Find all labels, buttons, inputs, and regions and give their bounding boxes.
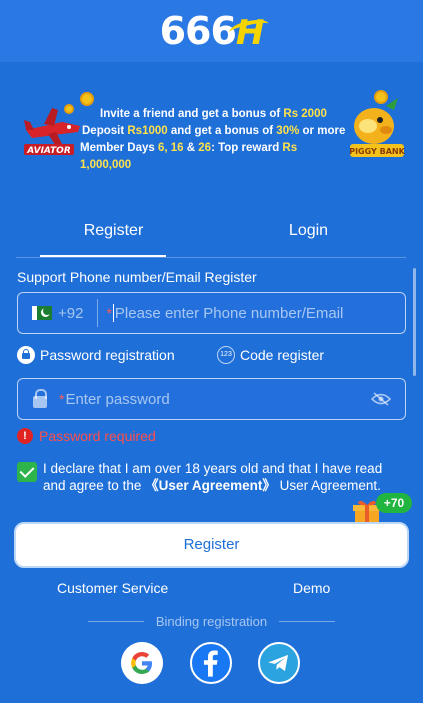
agreement: I declare that I am over 18 years old an… bbox=[17, 460, 397, 494]
coin-icon bbox=[80, 92, 94, 106]
agreement-text: I declare that I am over 18 years old an… bbox=[43, 461, 383, 493]
facebook-icon[interactable] bbox=[190, 642, 232, 684]
auth-tabs: Register Login bbox=[16, 218, 406, 258]
required-asterisk: * bbox=[59, 391, 65, 407]
coin-icon bbox=[64, 104, 74, 114]
eye-hidden-icon[interactable] bbox=[371, 392, 391, 406]
option-password-label: Password registration bbox=[40, 347, 175, 363]
text-caret bbox=[112, 304, 114, 322]
divider-left bbox=[87, 621, 144, 622]
error-icon: ! bbox=[17, 428, 33, 444]
binding-label: Binding registration bbox=[155, 614, 268, 629]
field-separator bbox=[97, 299, 99, 327]
tabs-divider bbox=[16, 257, 406, 258]
option-password-registration[interactable]: Password registration bbox=[17, 346, 175, 364]
phone-email-field[interactable]: +92 * Please enter Phone number/Email bbox=[17, 292, 406, 334]
logo-text: 666 bbox=[159, 9, 237, 53]
banner-line-1: Invite a friend and get a bonus of Rs 20… bbox=[100, 108, 327, 120]
code-123-icon: 123 bbox=[217, 346, 235, 364]
aviator-label: AVIATOR bbox=[26, 146, 71, 156]
country-code[interactable]: +92 bbox=[58, 305, 83, 322]
option-code-register[interactable]: 123 Code register bbox=[217, 346, 324, 364]
agree-checkbox[interactable] bbox=[17, 462, 37, 482]
aviator-plane-icon: AVIATOR bbox=[24, 108, 80, 156]
registration-options: Password registration 123 Code register bbox=[17, 346, 407, 366]
password-error-text: Password required bbox=[39, 428, 156, 444]
piggy-bank-icon: PIGGY BANK bbox=[349, 98, 406, 157]
register-button[interactable]: Register bbox=[14, 522, 409, 568]
password-input[interactable]: Enter password bbox=[65, 391, 169, 408]
logo[interactable]: 666H bbox=[159, 9, 271, 53]
divider-right bbox=[279, 621, 336, 622]
bonus-badge: +70 bbox=[376, 493, 412, 513]
tab-register[interactable]: Register bbox=[16, 218, 211, 258]
telegram-icon[interactable] bbox=[258, 642, 300, 684]
scrollbar[interactable] bbox=[413, 268, 416, 376]
required-asterisk: * bbox=[106, 305, 112, 321]
option-code-label: Code register bbox=[240, 347, 325, 363]
tab-login[interactable]: Login bbox=[211, 218, 406, 258]
password-field[interactable]: * Enter password bbox=[17, 378, 406, 420]
customer-service-link[interactable]: Customer Service bbox=[57, 580, 168, 596]
banner-text: Invite a friend and get a bonus of Rs 20… bbox=[80, 106, 350, 174]
lock-circle-icon bbox=[17, 346, 35, 364]
user-agreement-link[interactable]: 《User Agreement》 bbox=[145, 478, 276, 493]
password-error: ! Password required bbox=[17, 428, 156, 444]
section-title: Support Phone number/Email Register bbox=[17, 269, 257, 285]
binding-registration: Binding registration bbox=[0, 614, 423, 629]
piggy-label: PIGGY BANK bbox=[349, 147, 405, 156]
banner-line-3: Member Days 6, 16 & 26: Top reward Rs 1,… bbox=[80, 142, 298, 171]
pakistan-flag-icon[interactable] bbox=[32, 306, 52, 320]
lock-icon bbox=[33, 389, 47, 408]
google-icon[interactable] bbox=[121, 642, 163, 684]
promo-banner[interactable]: AVIATOR Invite a friend and get a bonus … bbox=[0, 88, 423, 171]
banner-line-2: Deposit Rs1000 and get a bonus of 30% or… bbox=[82, 125, 346, 137]
header-bar: 666H bbox=[0, 0, 423, 62]
phone-email-input[interactable]: Please enter Phone number/Email bbox=[115, 305, 343, 322]
main-content: AVIATOR Invite a friend and get a bonus … bbox=[0, 62, 423, 703]
demo-link[interactable]: Demo bbox=[293, 580, 330, 596]
